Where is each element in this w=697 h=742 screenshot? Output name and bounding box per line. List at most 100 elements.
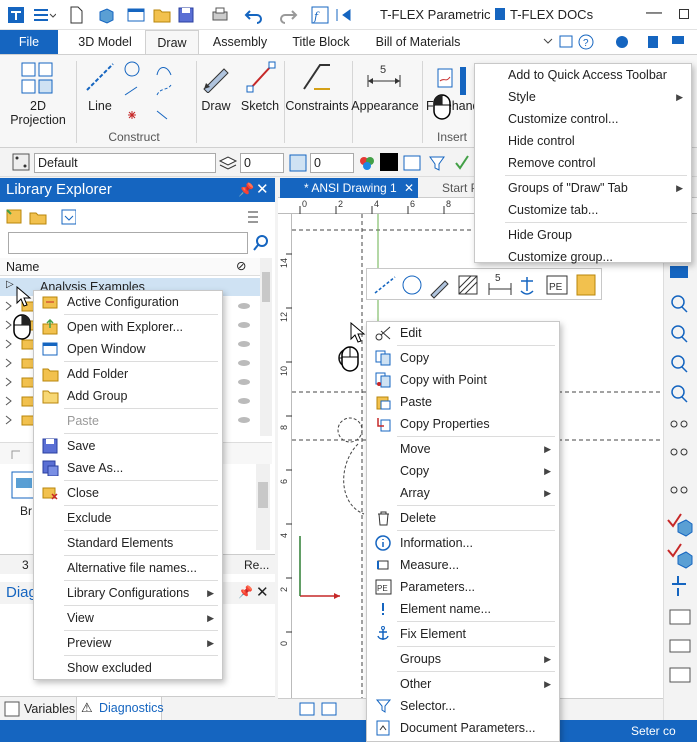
open-folder-icon[interactable] <box>152 5 172 25</box>
redo-icon[interactable] <box>278 5 298 25</box>
minimize-button[interactable]: — <box>646 4 662 22</box>
tab-title-block[interactable]: Title Block <box>285 30 357 54</box>
menu-selector[interactable]: Selector... <box>367 695 559 717</box>
menu-hide-control[interactable]: Hide control <box>475 130 691 152</box>
menu-fix-element[interactable]: Fix Element <box>367 623 559 645</box>
tree-scrollbar[interactable] <box>260 258 272 436</box>
app-icon[interactable] <box>6 5 26 25</box>
library-bottom-tab-1[interactable]: 3 <box>22 558 29 572</box>
menu-save-as[interactable]: Save As... <box>34 457 222 479</box>
maximize-button[interactable] <box>679 9 689 19</box>
menu-open-window[interactable]: Open Window <box>34 338 222 360</box>
menu-customize-control[interactable]: Customize control... <box>475 108 691 130</box>
save-icon[interactable] <box>176 5 196 25</box>
color-swatch[interactable] <box>380 153 398 171</box>
library-toolbar[interactable] <box>6 208 76 226</box>
menu-document-parameters[interactable]: Document Parameters... <box>367 717 559 739</box>
filter-tools[interactable] <box>402 153 472 173</box>
fx-icon[interactable]: f <box>310 5 330 25</box>
snap-icon[interactable] <box>12 153 30 171</box>
close-icon[interactable]: ✕ <box>256 180 269 198</box>
tab-ansi-drawing[interactable]: * ANSI Drawing 1 ✕ <box>280 178 418 198</box>
menu-active-configuration[interactable]: Active Configuration <box>34 291 222 313</box>
menu-show-excluded[interactable]: Show excluded <box>34 657 222 679</box>
visibility-column-icon[interactable]: ⊘ <box>236 258 246 273</box>
menu-remove-control[interactable]: Remove control <box>475 152 691 174</box>
undo-icon[interactable] <box>244 5 264 25</box>
tab-file[interactable]: File <box>0 30 58 54</box>
menu-groups-of-draw-tab[interactable]: Groups of "Draw" Tab ▶ <box>475 177 691 199</box>
menu-library-configurations[interactable]: Library Configurations ▶ <box>34 582 222 604</box>
menu-element-name[interactable]: Element name... <box>367 598 559 620</box>
sketch-icon[interactable] <box>244 61 278 93</box>
print-icon[interactable] <box>210 5 230 25</box>
menu-icon[interactable] <box>32 5 56 25</box>
draw-button[interactable]: Draw <box>198 99 234 113</box>
menu-open-with-explorer[interactable]: Open with Explorer... <box>34 316 222 338</box>
layers-icon[interactable] <box>218 153 238 173</box>
sketch-button[interactable]: Sketch <box>240 99 280 113</box>
color-palette-icon[interactable] <box>358 154 376 172</box>
menu-groups[interactable]: Groups ▶ <box>367 648 559 670</box>
menu-preview[interactable]: Preview ▶ <box>34 632 222 654</box>
tab-3d-model[interactable]: 3D Model <box>70 30 140 54</box>
name-column-header[interactable]: Name <box>6 260 39 274</box>
line-button[interactable]: Line <box>82 99 118 113</box>
projection-button[interactable]: 2D Projection <box>4 99 72 127</box>
construct-tools[interactable] <box>122 59 188 125</box>
menu-customize-group[interactable]: Customize group... <box>475 246 691 268</box>
menu-close[interactable]: Close <box>34 482 222 504</box>
menu-edit[interactable]: Edit <box>367 322 559 344</box>
tab-variables[interactable]: Variables <box>24 702 75 716</box>
new-3d-icon[interactable] <box>96 5 116 25</box>
search-icon[interactable] <box>252 234 270 252</box>
new-document-icon[interactable] <box>66 5 86 25</box>
menu-customize-tab[interactable]: Customize tab... <box>475 199 691 221</box>
menu-array[interactable]: Array ▶ <box>367 482 559 504</box>
pin-icon[interactable]: 📌 <box>238 182 254 198</box>
menu-standard-elements[interactable]: Standard Elements <box>34 532 222 554</box>
priority-value[interactable]: 0 <box>310 153 354 173</box>
draw-icon[interactable] <box>200 61 234 93</box>
menu-measure[interactable]: Measure... <box>367 554 559 576</box>
menu-alternative-file-names[interactable]: Alternative file names... <box>34 557 222 579</box>
line-icon[interactable] <box>84 61 116 93</box>
menu-add-folder[interactable]: Add Folder <box>34 363 222 385</box>
menu-save[interactable]: Save <box>34 435 222 457</box>
menu-exclude[interactable]: Exclude <box>34 507 222 529</box>
level-value[interactable]: 0 <box>240 153 284 173</box>
menu-move[interactable]: Move ▶ <box>367 438 559 460</box>
menu-add-group[interactable]: Add Group <box>34 385 222 407</box>
menu-paste[interactable]: Paste <box>367 391 559 413</box>
menu-parameters[interactable]: PE Parameters... <box>367 576 559 598</box>
tab-diagnostics[interactable]: Diagnostics <box>99 701 164 715</box>
preview-scrollbar[interactable] <box>256 464 270 550</box>
menu-other[interactable]: Other ▶ <box>367 673 559 695</box>
library-bottom-tab-2[interactable]: Re... <box>244 558 269 572</box>
list-view-icon[interactable] <box>246 210 266 224</box>
jump-icon[interactable] <box>334 5 354 25</box>
menu-view[interactable]: View ▶ <box>34 607 222 629</box>
style-combo[interactable]: Default <box>34 153 216 173</box>
priority-icon[interactable] <box>288 153 308 173</box>
menu-information[interactable]: Information... <box>367 532 559 554</box>
diagnostics-pin-icon[interactable]: 📌 <box>238 585 253 599</box>
menu-copy-with-point[interactable]: Copy with Point <box>367 369 559 391</box>
constraints-icon[interactable] <box>300 61 334 93</box>
tab-bill-of-materials[interactable]: Bill of Materials <box>368 30 468 54</box>
diagnostics-close-icon[interactable]: ✕ <box>256 583 269 601</box>
menu-hide-group[interactable]: Hide Group <box>475 224 691 246</box>
menu-delete[interactable]: Delete <box>367 507 559 529</box>
tab-start-page[interactable]: Start P <box>422 178 482 198</box>
menu-paste-disabled[interactable]: Paste <box>34 410 222 432</box>
appearance-icon[interactable]: 5 <box>366 61 402 93</box>
menu-copy-submenu[interactable]: Copy ▶ <box>367 460 559 482</box>
constraints-button[interactable]: Constraints <box>284 99 350 113</box>
freehand-icon[interactable] <box>436 67 466 95</box>
library-search-input[interactable] <box>8 232 248 254</box>
menu-add-quick-access[interactable]: Add to Quick Access Toolbar <box>475 64 691 86</box>
appearance-button[interactable]: Appearance <box>350 99 420 113</box>
tab-diagnostics-box[interactable]: ⚠ Diagnostics <box>76 697 164 721</box>
tab-draw[interactable]: Draw <box>145 30 199 55</box>
menu-style[interactable]: Style ▶ <box>475 86 691 108</box>
